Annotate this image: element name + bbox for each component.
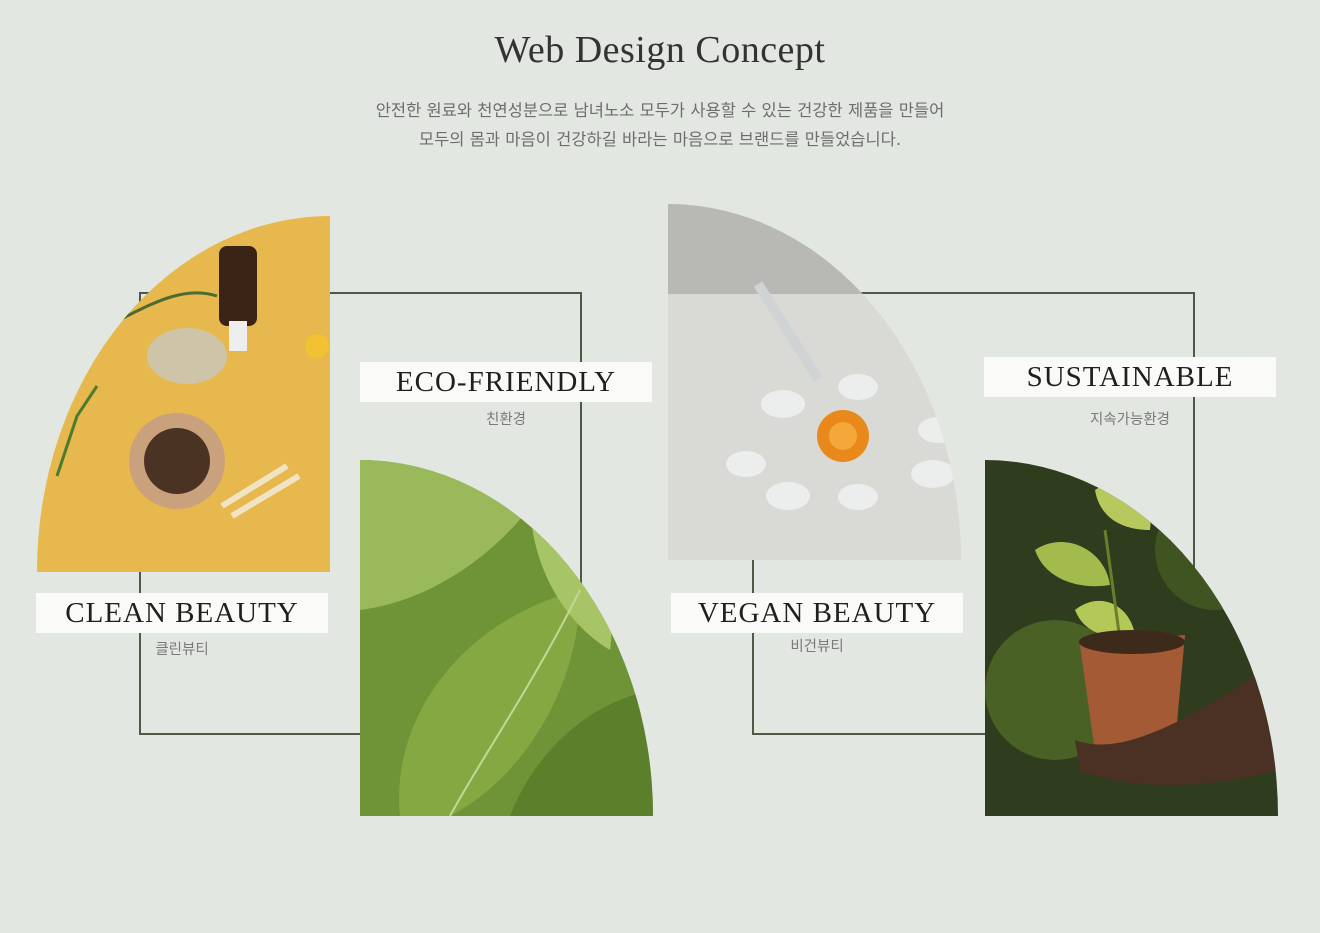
sub-eco-friendly: 친환경 (485, 412, 527, 428)
eco-friendly-image (360, 460, 653, 816)
label-clean-beauty-text: CLEAN BEAUTY (65, 596, 299, 629)
page-title: Web Design Concept (494, 29, 826, 71)
label-vegan-beauty: VEGAN BEAUTY (671, 593, 963, 633)
sustainable-image (985, 460, 1278, 816)
description-line-2: 모두의 몸과 마음이 건강하길 바라는 마음으로 브랜드를 만들었습니다. (418, 130, 902, 149)
sub-clean-beauty: 클린뷰티 (155, 642, 209, 658)
description-line-1: 안전한 원료와 천연성분으로 남녀노소 모두가 사용할 수 있는 건강한 제품을… (375, 101, 945, 120)
label-clean-beauty: CLEAN BEAUTY (36, 593, 328, 633)
label-sustainable-text: SUSTAINABLE (1026, 360, 1234, 393)
label-eco-friendly-text: ECO-FRIENDLY (395, 365, 617, 398)
page-description: 안전한 원료와 천연성분으로 남녀노소 모두가 사용할 수 있는 건강한 제품을… (0, 96, 1320, 154)
clean-beauty-image (37, 216, 330, 572)
sub-vegan-beauty: 비건뷰티 (790, 639, 844, 655)
vegan-beauty-image (668, 204, 961, 560)
label-eco-friendly: ECO-FRIENDLY (360, 362, 652, 402)
sub-sustainable: 지속가능환경 (1089, 412, 1171, 428)
label-sustainable: SUSTAINABLE (984, 357, 1276, 397)
label-vegan-beauty-text: VEGAN BEAUTY (697, 596, 937, 629)
